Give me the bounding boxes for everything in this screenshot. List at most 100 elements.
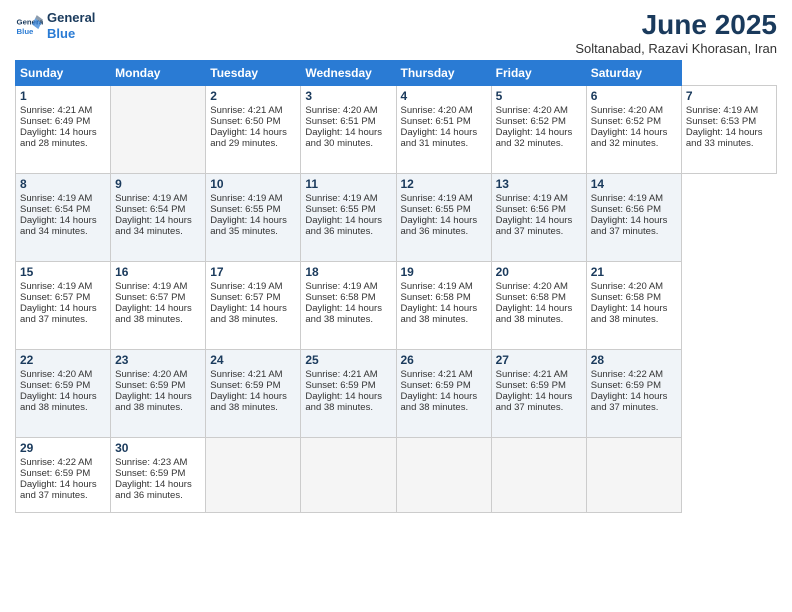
sunrise-text: Sunrise: 4:19 AM (305, 193, 391, 204)
day-number: 29 (20, 441, 106, 455)
daylight-text: Daylight: 14 hours and 38 minutes. (591, 303, 677, 325)
logo-text-general: General (47, 10, 95, 26)
sunrise-text: Sunrise: 4:19 AM (401, 193, 487, 204)
day-number: 30 (115, 441, 201, 455)
sunset-text: Sunset: 6:59 PM (210, 380, 296, 391)
calendar-cell: 26Sunrise: 4:21 AMSunset: 6:59 PMDayligh… (396, 349, 491, 437)
sunrise-text: Sunrise: 4:21 AM (305, 369, 391, 380)
sunset-text: Sunset: 6:52 PM (591, 116, 677, 127)
daylight-text: Daylight: 14 hours and 38 minutes. (115, 391, 201, 413)
daylight-text: Daylight: 14 hours and 37 minutes. (496, 391, 582, 413)
daylight-text: Daylight: 14 hours and 37 minutes. (591, 215, 677, 237)
sunset-text: Sunset: 6:55 PM (305, 204, 391, 215)
day-number: 25 (305, 353, 391, 367)
daylight-text: Daylight: 14 hours and 37 minutes. (591, 391, 677, 413)
title-block: June 2025 Soltanabad, Razavi Khorasan, I… (575, 10, 777, 56)
daylight-text: Daylight: 14 hours and 35 minutes. (210, 215, 296, 237)
calendar-table: Sunday Monday Tuesday Wednesday Thursday… (15, 60, 777, 513)
sunrise-text: Sunrise: 4:19 AM (115, 281, 201, 292)
sunrise-text: Sunrise: 4:20 AM (591, 281, 677, 292)
daylight-text: Daylight: 14 hours and 37 minutes. (496, 215, 582, 237)
calendar-cell: 23 Sunrise: 4:20 AMSunset: 6:59 PMDayligh… (111, 349, 206, 437)
sunset-text: Sunset: 6:58 PM (496, 292, 582, 303)
daylight-text: Daylight: 14 hours and 36 minutes. (115, 479, 201, 501)
sunrise-text: Sunrise: 4:20 AM (591, 105, 677, 116)
calendar-cell: 22Sunrise: 4:20 AMSunset: 6:59 PMDayligh… (16, 349, 111, 437)
day-number: 5 (496, 89, 582, 103)
main-title: June 2025 (575, 10, 777, 41)
calendar-cell: 15Sunrise: 4:19 AMSunset: 6:57 PMDayligh… (16, 261, 111, 349)
sunrise-text: Sunrise: 4:19 AM (496, 193, 582, 204)
calendar-cell (206, 437, 301, 512)
calendar-week-row: 22Sunrise: 4:20 AMSunset: 6:59 PMDayligh… (16, 349, 777, 437)
sunset-text: Sunset: 6:58 PM (401, 292, 487, 303)
header-tuesday: Tuesday (206, 60, 301, 85)
calendar-cell: 9Sunrise: 4:19 AMSunset: 6:54 PMDaylight… (111, 173, 206, 261)
calendar-cell (111, 85, 206, 173)
calendar-cell: 17Sunrise: 4:19 AMSunset: 6:57 PMDayligh… (206, 261, 301, 349)
daylight-text: Daylight: 14 hours and 34 minutes. (115, 215, 201, 237)
day-number: 20 (496, 265, 582, 279)
daylight-text: Daylight: 14 hours and 38 minutes. (496, 303, 582, 325)
daylight-text: Daylight: 14 hours and 33 minutes. (686, 127, 772, 149)
sunrise-text: Sunrise: 4:20 AM (496, 105, 582, 116)
calendar-cell: 24Sunrise: 4:21 AMSunset: 6:59 PMDayligh… (206, 349, 301, 437)
calendar-cell (586, 437, 681, 512)
sunset-text: Sunset: 6:58 PM (591, 292, 677, 303)
calendar-cell: 19Sunrise: 4:19 AMSunset: 6:58 PMDayligh… (396, 261, 491, 349)
day-number: 1 (20, 89, 106, 103)
sunset-text: Sunset: 6:59 PM (20, 468, 106, 479)
calendar-cell: 2Sunrise: 4:21 AMSunset: 6:50 PMDaylight… (206, 85, 301, 173)
logo-icon: General Blue (15, 12, 43, 40)
header-saturday: Saturday (586, 60, 681, 85)
daylight-text: Daylight: 14 hours and 29 minutes. (210, 127, 296, 149)
day-number: 21 (591, 265, 677, 279)
daylight-text: Daylight: 14 hours and 38 minutes. (20, 391, 106, 413)
calendar-week-row: 8Sunrise: 4:19 AMSunset: 6:54 PMDaylight… (16, 173, 777, 261)
sunset-text: Sunset: 6:51 PM (305, 116, 391, 127)
sunset-text: Sunset: 6:59 PM (115, 468, 201, 479)
sunset-text: Sunset: 6:59 PM (305, 380, 391, 391)
sunrise-text: Sunrise: 4:20 AM (115, 369, 201, 380)
sunrise-text: Sunrise: 4:20 AM (496, 281, 582, 292)
day-number: 19 (401, 265, 487, 279)
calendar-cell: 8Sunrise: 4:19 AMSunset: 6:54 PMDaylight… (16, 173, 111, 261)
sunset-text: Sunset: 6:59 PM (115, 380, 201, 391)
daylight-text: Daylight: 14 hours and 37 minutes. (20, 303, 106, 325)
calendar-cell: 1Sunrise: 4:21 AMSunset: 6:49 PMDaylight… (16, 85, 111, 173)
header-sunday: Sunday (16, 60, 111, 85)
logo: General Blue General Blue (15, 10, 95, 41)
sunset-text: Sunset: 6:56 PM (496, 204, 582, 215)
day-number: 22 (20, 353, 106, 367)
sunrise-text: Sunrise: 4:19 AM (115, 193, 201, 204)
daylight-text: Daylight: 14 hours and 28 minutes. (20, 127, 106, 149)
sunrise-text: Sunrise: 4:22 AM (591, 369, 677, 380)
calendar-cell: 12Sunrise: 4:19 AMSunset: 6:55 PMDayligh… (396, 173, 491, 261)
header: General Blue General Blue June 2025 Solt… (15, 10, 777, 56)
sunset-text: Sunset: 6:50 PM (210, 116, 296, 127)
header-friday: Friday (491, 60, 586, 85)
calendar-cell: 29Sunrise: 4:22 AMSunset: 6:59 PMDayligh… (16, 437, 111, 512)
daylight-text: Daylight: 14 hours and 38 minutes. (210, 303, 296, 325)
day-number: 27 (496, 353, 582, 367)
sunrise-text: Sunrise: 4:21 AM (496, 369, 582, 380)
calendar-cell: 16Sunrise: 4:19 AMSunset: 6:57 PMDayligh… (111, 261, 206, 349)
sunrise-text: Sunrise: 4:20 AM (305, 105, 391, 116)
sunset-text: Sunset: 6:56 PM (591, 204, 677, 215)
calendar-cell: 27Sunrise: 4:21 AMSunset: 6:59 PMDayligh… (491, 349, 586, 437)
calendar-cell: 7Sunrise: 4:19 AMSunset: 6:53 PMDaylight… (681, 85, 776, 173)
calendar-week-row: 15Sunrise: 4:19 AMSunset: 6:57 PMDayligh… (16, 261, 777, 349)
calendar-cell: 14Sunrise: 4:19 AMSunset: 6:56 PMDayligh… (586, 173, 681, 261)
day-number: 3 (305, 89, 391, 103)
daylight-text: Daylight: 14 hours and 31 minutes. (401, 127, 487, 149)
daylight-text: Daylight: 14 hours and 36 minutes. (305, 215, 391, 237)
sunrise-text: Sunrise: 4:19 AM (210, 281, 296, 292)
day-number: 23 (115, 353, 201, 367)
logo-text-blue: Blue (47, 26, 95, 42)
sunrise-text: Sunrise: 4:19 AM (210, 193, 296, 204)
daylight-text: Daylight: 14 hours and 32 minutes. (591, 127, 677, 149)
day-number: 13 (496, 177, 582, 191)
calendar-cell: 18Sunrise: 4:19 AMSunset: 6:58 PMDayligh… (301, 261, 396, 349)
sunset-text: Sunset: 6:54 PM (115, 204, 201, 215)
day-number: 28 (591, 353, 677, 367)
